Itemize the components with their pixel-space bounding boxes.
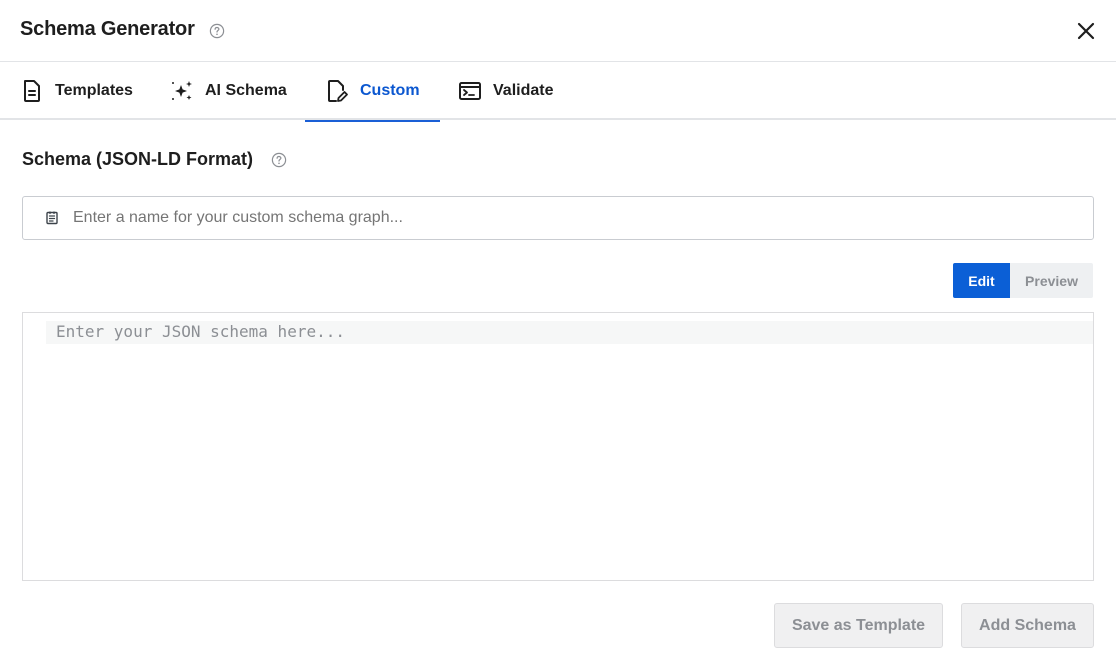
tab-label: Custom xyxy=(360,82,420,99)
sparkles-icon xyxy=(170,79,194,103)
json-schema-input[interactable] xyxy=(56,321,1086,571)
document-list-icon xyxy=(45,211,59,225)
terminal-icon xyxy=(458,79,482,103)
tab-custom[interactable]: Custom xyxy=(305,62,440,122)
schema-name-field xyxy=(22,196,1094,240)
help-icon[interactable] xyxy=(209,23,225,39)
edit-preview-toggle: Edit Preview xyxy=(953,263,1093,298)
document-icon xyxy=(20,79,44,103)
add-schema-button[interactable]: Add Schema xyxy=(961,603,1094,648)
close-icon[interactable] xyxy=(1074,19,1098,43)
tab-ai-schema[interactable]: AI Schema xyxy=(170,62,287,120)
edit-button[interactable]: Edit xyxy=(953,263,1010,298)
tab-templates[interactable]: Templates xyxy=(20,62,133,120)
modal-header: Schema Generator xyxy=(0,0,1116,62)
section-title: Schema (JSON-LD Format) xyxy=(22,149,254,169)
tab-bar: Templates AI Schema Custom Validate xyxy=(0,62,1116,122)
modal-title: Schema Generator xyxy=(20,18,195,40)
preview-button[interactable]: Preview xyxy=(1010,263,1093,298)
tab-label: AI Schema xyxy=(205,82,287,99)
schema-name-input[interactable] xyxy=(73,197,1083,239)
tab-validate[interactable]: Validate xyxy=(458,62,553,120)
save-as-template-button[interactable]: Save as Template xyxy=(774,603,943,648)
json-editor xyxy=(22,312,1094,581)
edit-document-icon xyxy=(325,79,349,103)
tab-label: Templates xyxy=(55,82,133,99)
help-icon[interactable] xyxy=(271,152,287,168)
tab-label: Validate xyxy=(493,82,554,99)
